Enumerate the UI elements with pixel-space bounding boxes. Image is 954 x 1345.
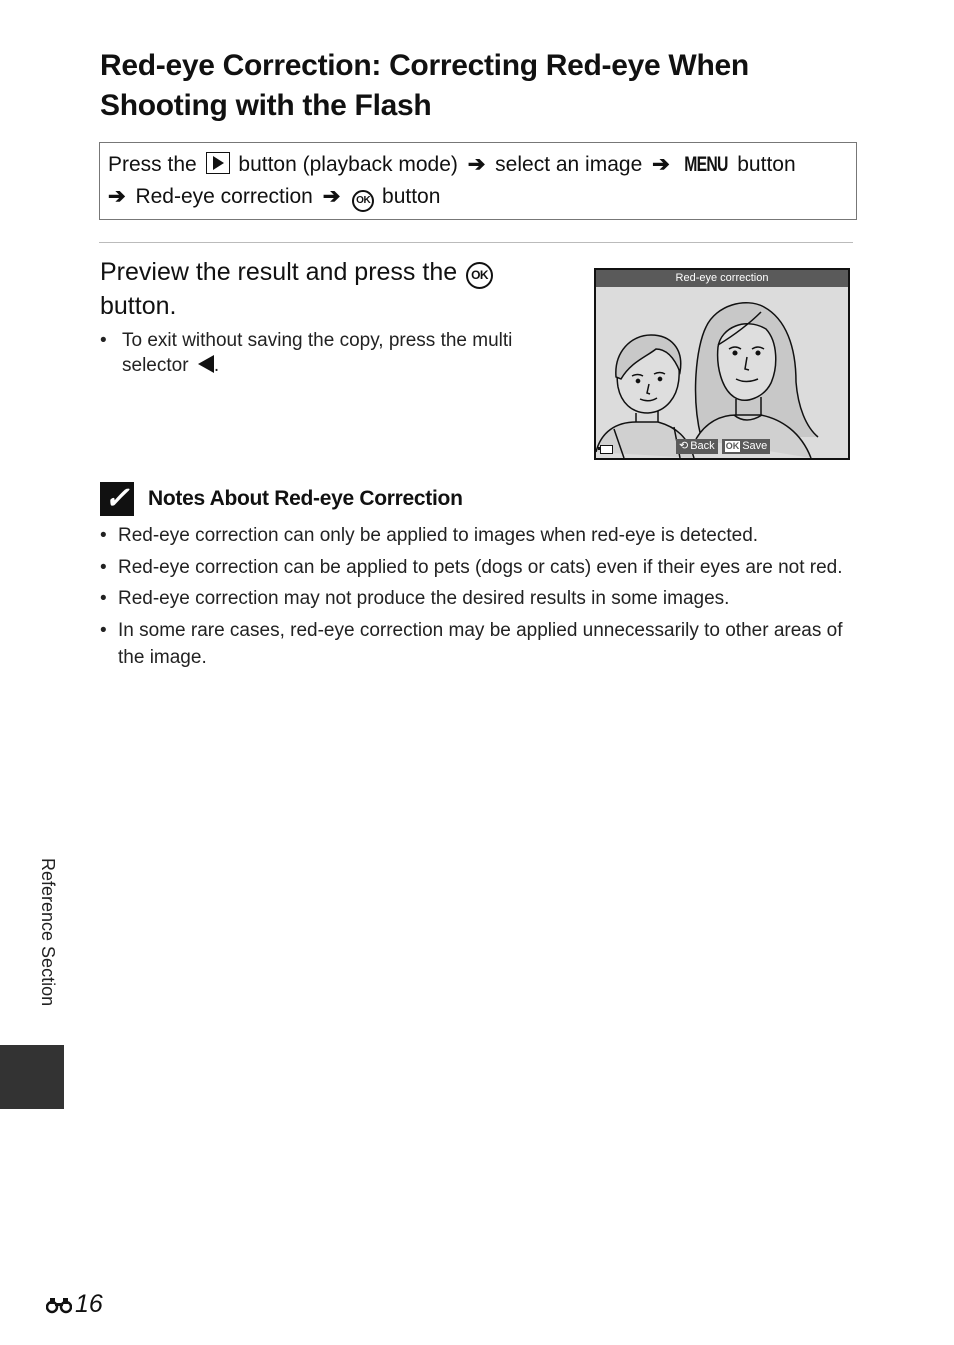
- step-bullet: To exit without saving the copy, press t…: [100, 328, 582, 378]
- step-bullet-end: .: [213, 355, 220, 376]
- battery-icon: [598, 445, 613, 454]
- ok-icon: OK: [724, 441, 741, 452]
- save-hint: OK Save: [721, 439, 771, 454]
- step-bullet-text: To exit without saving the copy, press t…: [122, 330, 513, 376]
- page-number-text: 16: [75, 1290, 103, 1318]
- notes-heading: ✓ Notes About Red-eye Correction: [100, 482, 800, 516]
- procedure-playback-mode: button (playback mode): [238, 153, 458, 176]
- step-heading: Preview the result and press the OK butt…: [100, 255, 540, 323]
- reference-binoculars-icon: [46, 1297, 72, 1313]
- camera-screen-preview: Red-eye correction ⟲ Back OK Save: [594, 268, 850, 460]
- list-item: Red-eye correction may not produce the d…: [100, 585, 860, 613]
- notes-title: Notes About Red-eye Correction: [148, 487, 463, 510]
- procedure-line-1: Press the button (playback mode) ➔ selec…: [108, 149, 848, 181]
- arrow-icon: ➔: [322, 185, 341, 208]
- page-number: 16: [46, 1290, 103, 1319]
- camera-screen-title: Red-eye correction: [596, 270, 848, 287]
- ok-button-icon: OK: [466, 262, 494, 289]
- arrow-icon: ➔: [108, 185, 126, 208]
- camera-screen-footer: ⟲ Back OK Save: [676, 439, 771, 454]
- arrow-icon: ➔: [467, 153, 486, 176]
- section-divider: [99, 242, 853, 243]
- list-item: Red-eye correction can be applied to pet…: [100, 554, 860, 582]
- back-hint: ⟲ Back: [676, 439, 718, 454]
- procedure-line-2: ➔ Red-eye correction ➔ OK button: [108, 181, 848, 213]
- section-side-label: Reference Section: [30, 858, 60, 1028]
- ok-button-icon: OK: [352, 190, 375, 212]
- step-heading-text: Preview the result and press the: [100, 258, 458, 286]
- procedure-press-the: Press the: [108, 153, 197, 176]
- section-tab-marker: [0, 1045, 64, 1109]
- list-item: Red-eye correction can only be applied t…: [100, 522, 860, 550]
- procedure-select-image: select an image: [495, 153, 643, 176]
- procedure-box: Press the button (playback mode) ➔ selec…: [99, 142, 857, 220]
- step-heading-text-2: button.: [100, 292, 177, 320]
- side-label-text: Reference Section: [38, 858, 58, 1007]
- list-item: In some rare cases, red-eye correction m…: [100, 617, 860, 672]
- rotary-selector-icon: ⟲: [679, 440, 689, 452]
- check-icon: ✓: [100, 482, 134, 516]
- menu-button-icon: MENU: [683, 153, 728, 176]
- page-title: Red-eye Correction: Correcting Red-eye W…: [100, 49, 749, 122]
- portrait-illustration: [596, 302, 819, 458]
- save-label: Save: [742, 440, 768, 452]
- notes-list: Red-eye correction can only be applied t…: [100, 522, 860, 676]
- back-label: Back: [690, 440, 715, 452]
- procedure-ok-button: button: [382, 185, 441, 208]
- procedure-menu-item: Red-eye correction: [135, 185, 313, 208]
- procedure-menu-button: button: [737, 153, 796, 176]
- playback-button-icon: [205, 152, 230, 174]
- arrow-icon: ➔: [652, 153, 670, 176]
- multi-selector-left-icon: [197, 355, 214, 373]
